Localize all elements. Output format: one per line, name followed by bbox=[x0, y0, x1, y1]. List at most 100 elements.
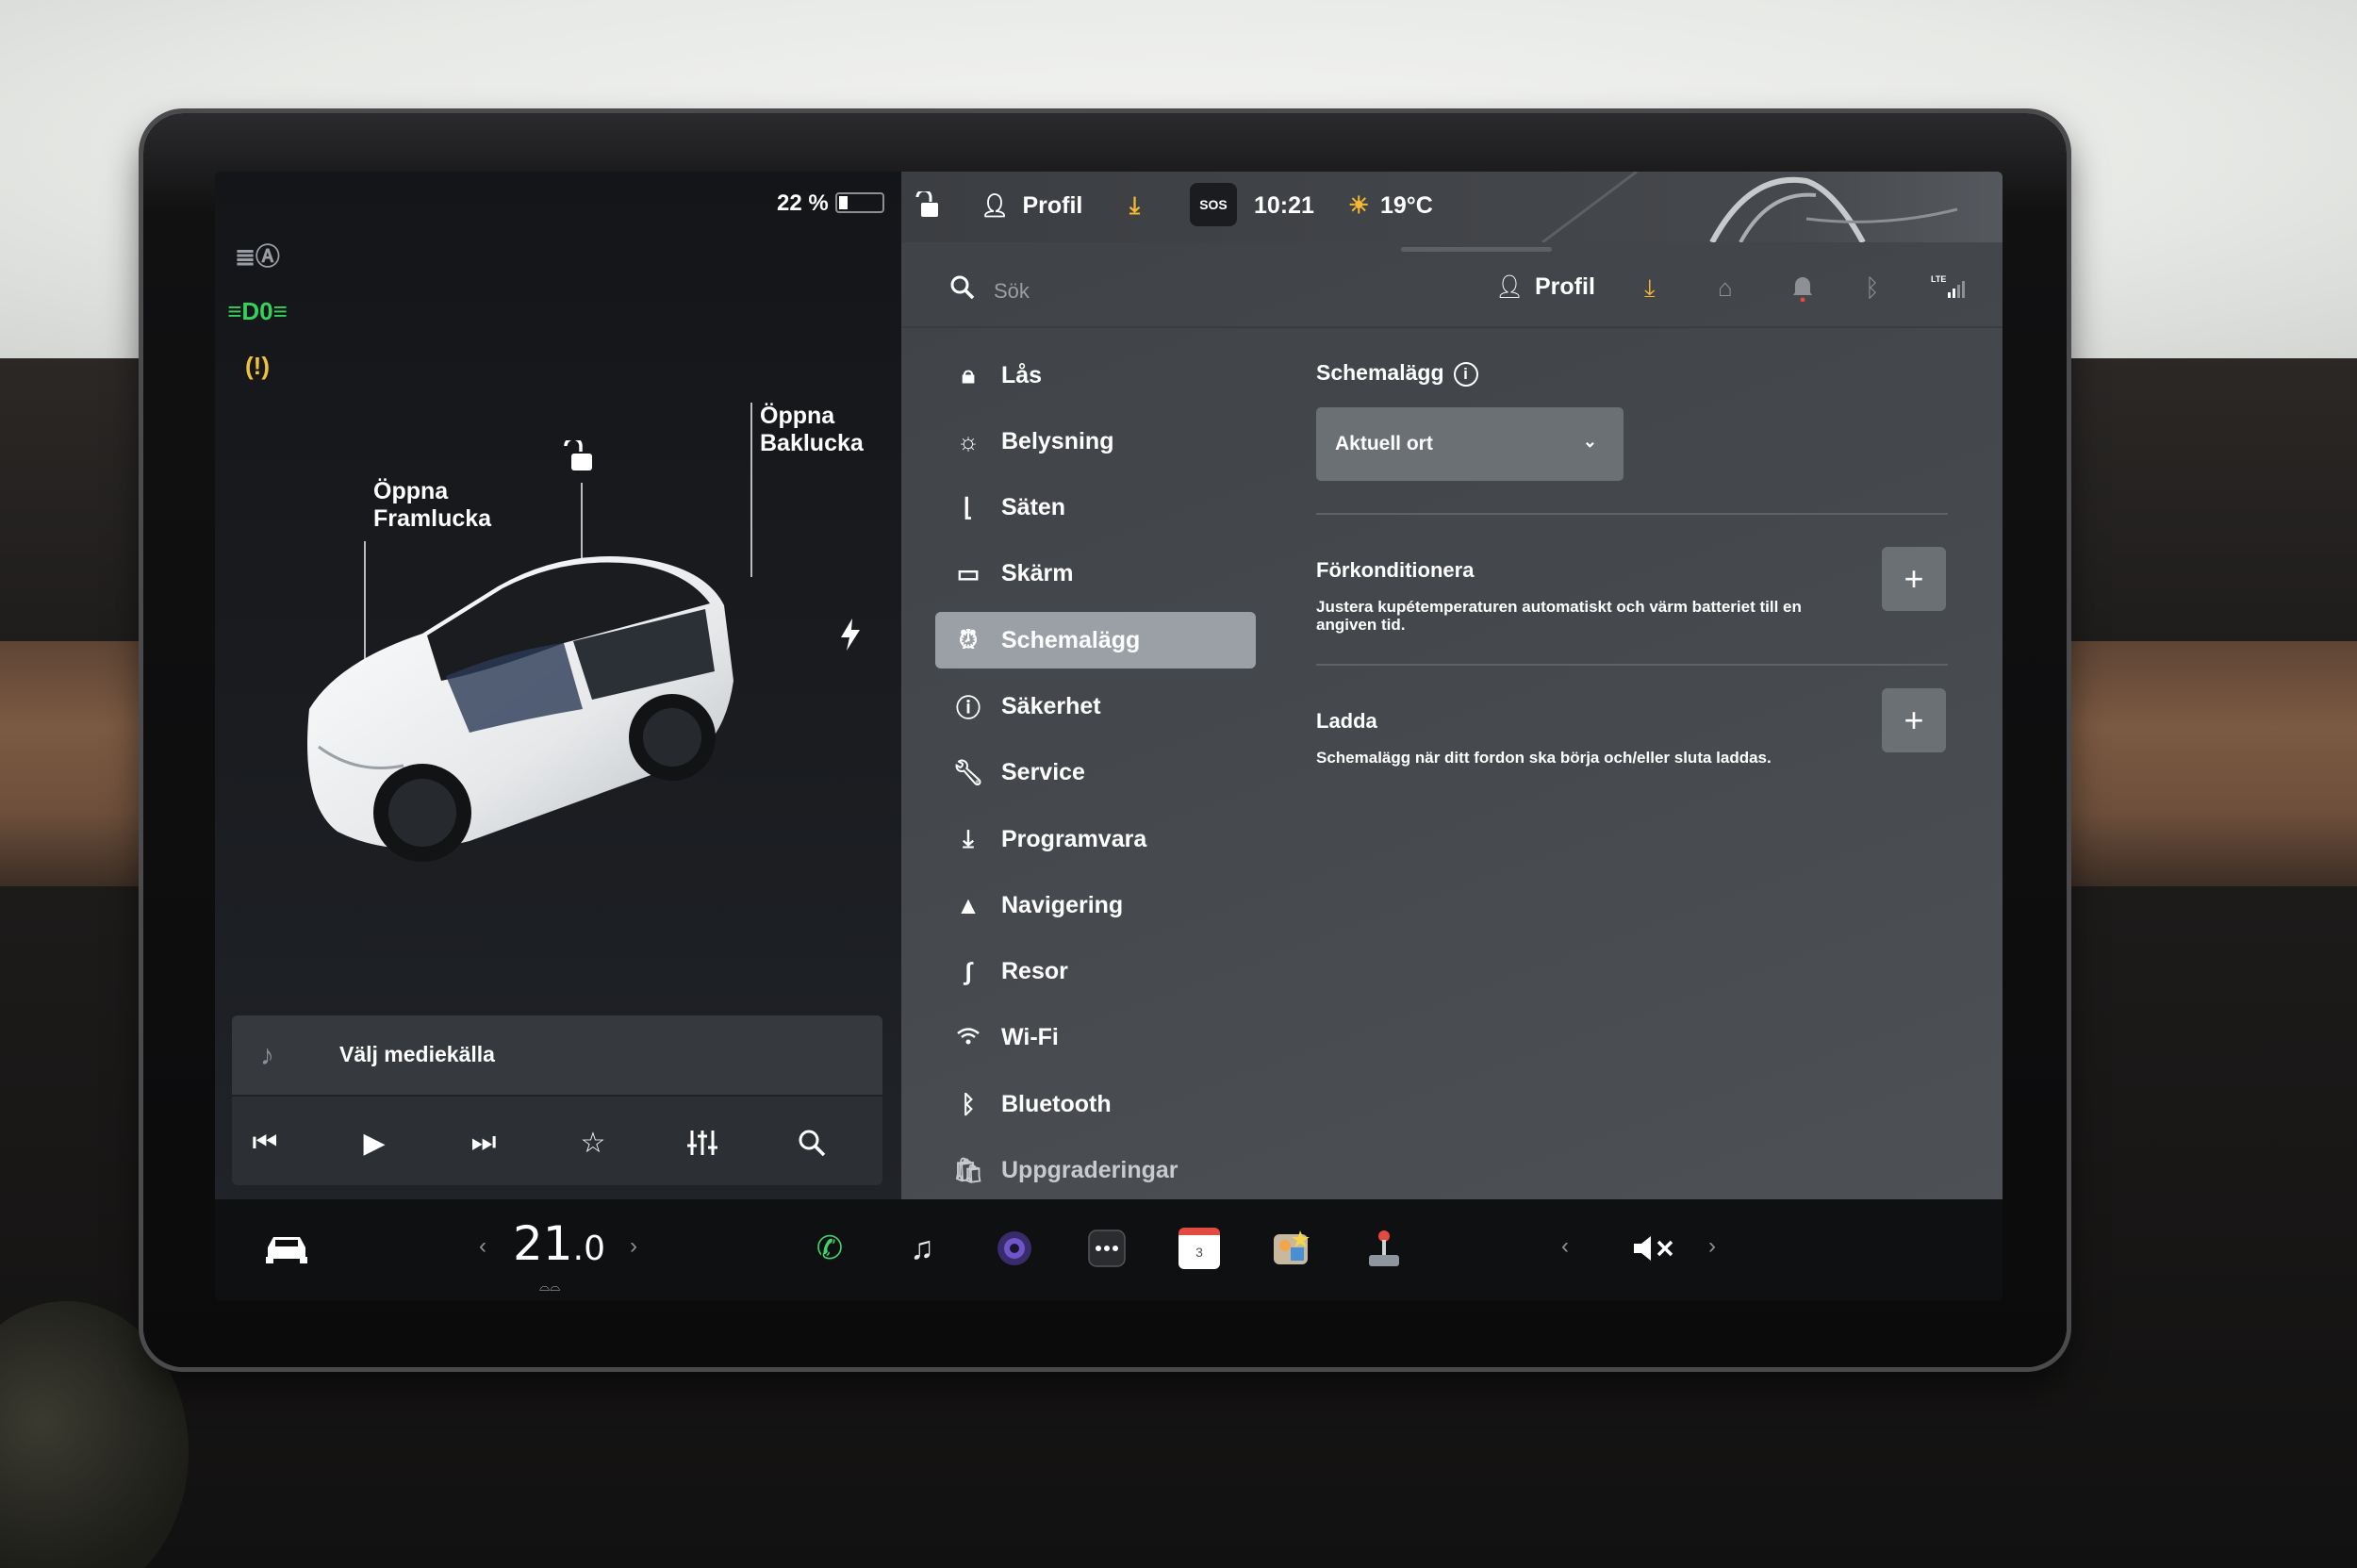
nav-item-label: Navigering bbox=[1001, 891, 1124, 918]
nav-item-service[interactable]: 🔧︎ Service bbox=[935, 745, 1256, 801]
location-dropdown-value: Aktuell ort bbox=[1335, 433, 1433, 454]
toybox-icon[interactable] bbox=[1261, 1220, 1322, 1277]
arcade-icon[interactable] bbox=[1354, 1220, 1414, 1277]
nav-item-display[interactable]: ▭ Skärm bbox=[935, 546, 1256, 602]
add-charge-schedule-button[interactable]: + bbox=[1882, 688, 1946, 752]
previous-track-icon[interactable]: ⏮ bbox=[241, 1119, 288, 1166]
nav-item-label: Schemalägg bbox=[1001, 626, 1141, 653]
camera-icon[interactable] bbox=[984, 1220, 1045, 1277]
drag-handle[interactable] bbox=[1401, 247, 1552, 252]
nav-item-navigation[interactable]: ▲ Navigering bbox=[935, 877, 1256, 933]
nav-item-label: Service bbox=[1001, 759, 1085, 786]
alarm-clock-icon: ⏰︎ bbox=[958, 625, 979, 654]
open-trunk-label[interactable]: Öppna Baklucka bbox=[760, 403, 864, 457]
music-icon[interactable]: ♫ bbox=[892, 1220, 952, 1277]
homelink-garage-icon[interactable]: ⌂ bbox=[1718, 273, 1733, 303]
battery-icon bbox=[835, 192, 884, 213]
settings-panel: 👤︎ Profil ⤓ SOS 10:21 ☀ 19°C 👤︎ Profil ⤓… bbox=[901, 172, 2003, 1199]
download-icon: ⤓ bbox=[963, 824, 974, 853]
temp-up-arrow[interactable]: › bbox=[630, 1233, 637, 1260]
nav-item-wifi[interactable]: Wi-Fi bbox=[935, 1010, 1256, 1066]
calendar-day: 3 bbox=[1178, 1228, 1220, 1269]
favorite-star-icon[interactable]: ☆ bbox=[569, 1119, 617, 1166]
play-icon[interactable]: ▶ bbox=[351, 1119, 398, 1166]
schedule-title: Schemalägg bbox=[1316, 360, 1444, 385]
trips-icon: ∫ bbox=[964, 957, 972, 986]
calendar-icon[interactable]: 3 bbox=[1169, 1220, 1229, 1277]
top-profile-label: Profil bbox=[1022, 191, 1083, 219]
wifi-icon bbox=[935, 1023, 1001, 1052]
bluetooth-icon: ᛒ bbox=[961, 1089, 976, 1118]
nav-item-schedule[interactable]: ⏰︎ Schemalägg bbox=[935, 612, 1256, 669]
notification-bell-icon[interactable] bbox=[1791, 273, 1814, 308]
nav-item-label: Lås bbox=[1001, 361, 1043, 388]
nav-item-safety[interactable]: ⓘ Säkerhet bbox=[935, 678, 1256, 734]
nav-item-lock[interactable]: 🔒︎ Lås bbox=[935, 347, 1256, 404]
next-track-icon[interactable]: ⏭ bbox=[460, 1119, 507, 1166]
equalizer-icon[interactable] bbox=[679, 1119, 726, 1166]
search-icon[interactable] bbox=[950, 275, 975, 306]
temp-down-arrow[interactable]: ‹ bbox=[479, 1233, 486, 1260]
nav-item-label: Säkerhet bbox=[1001, 692, 1101, 719]
media-search-icon[interactable] bbox=[788, 1119, 835, 1166]
nav-item-label: Uppgraderingar bbox=[1001, 1157, 1178, 1184]
open-frunk-label[interactable]: Öppna Framlucka bbox=[373, 478, 491, 533]
safety-icon: ⓘ bbox=[955, 693, 981, 722]
nav-item-label: Bluetooth bbox=[1001, 1090, 1112, 1117]
sos-badge[interactable]: SOS bbox=[1190, 183, 1237, 226]
phone-icon[interactable]: ✆ bbox=[799, 1220, 860, 1277]
person-icon: 👤︎ bbox=[981, 192, 1010, 219]
lock-icon: 🔒︎ bbox=[962, 360, 975, 388]
sun-icon: ☀ bbox=[1348, 192, 1370, 219]
nav-item-label: Resor bbox=[1001, 958, 1068, 985]
nav-item-bluetooth[interactable]: ᛒ Bluetooth bbox=[935, 1076, 1256, 1132]
nav-item-label: Belysning bbox=[1001, 427, 1114, 454]
location-dropdown[interactable]: Aktuell ort ⌄ bbox=[1316, 407, 1624, 481]
profile-person-icon[interactable]: 👤︎ bbox=[1495, 273, 1524, 301]
nav-item-lighting[interactable]: ☼ Belysning bbox=[935, 413, 1256, 470]
software-update-icon[interactable]: ⤓ bbox=[1644, 273, 1656, 304]
open-trunk-label-line2: Baklucka bbox=[760, 430, 864, 456]
auto-highbeam-icon: ≣Ⓐ bbox=[235, 241, 280, 271]
settings-nav: 🔒︎ Lås ☼ Belysning ⌊ Säten ▭ Skärm ⏰︎ Sc… bbox=[935, 347, 1256, 1209]
cabin-temperature[interactable]: 21.0 bbox=[513, 1216, 605, 1271]
lte-signal-icon: LTE bbox=[1931, 273, 1970, 306]
schedule-heading: Schemalägg i bbox=[1316, 360, 1957, 387]
settings-header bbox=[901, 255, 2003, 328]
update-download-icon[interactable]: ⤓ bbox=[1129, 187, 1140, 224]
info-icon[interactable]: i bbox=[1453, 361, 1478, 387]
more-apps-icon[interactable] bbox=[1077, 1220, 1137, 1277]
open-frunk-label-line2: Framlucka bbox=[373, 505, 492, 532]
lock-status-icon[interactable] bbox=[915, 187, 939, 224]
light-icon: ☼ bbox=[957, 426, 980, 455]
unlock-icon[interactable] bbox=[562, 437, 594, 482]
car-icon[interactable] bbox=[256, 1220, 317, 1277]
precondition-description: Justera kupétemperaturen automatiskt och… bbox=[1316, 598, 1802, 634]
nav-item-trips[interactable]: ∫ Resor bbox=[935, 944, 1256, 1000]
schedule-content: Schemalägg i Aktuell ort ⌄ Förkonditioner… bbox=[1316, 360, 1957, 767]
seat-heater-icon[interactable]: ⌓⌓ bbox=[539, 1279, 560, 1295]
divider bbox=[1316, 664, 1948, 666]
mute-icon[interactable] bbox=[1624, 1220, 1684, 1277]
bluetooth-status-icon[interactable]: ᛒ bbox=[1865, 273, 1880, 303]
volume-down-arrow[interactable]: ‹ bbox=[1561, 1233, 1569, 1260]
nav-item-upgrades[interactable]: 🛍︎ Uppgraderingar bbox=[935, 1143, 1256, 1199]
volume-up-arrow[interactable]: › bbox=[1708, 1233, 1716, 1260]
touchscreen: 22 % ≣Ⓐ ≡D0≡ (!) Öppna Framlucka Öppna B… bbox=[215, 172, 2003, 1301]
display-icon: ▭ bbox=[956, 559, 981, 588]
media-source-bar[interactable]: ♪ Välj mediekälla bbox=[232, 1015, 882, 1097]
charge-port-icon[interactable] bbox=[839, 619, 862, 658]
add-precondition-button[interactable]: + bbox=[1882, 547, 1946, 611]
charge-description: Schemalägg när ditt fordon ska börja och… bbox=[1316, 749, 1772, 767]
media-player: ♪ Välj mediekälla ⏮ ▶ ⏭ ☆ bbox=[232, 1015, 882, 1185]
charge-title: Ladda bbox=[1316, 709, 1377, 733]
open-trunk-label-line1: Öppna bbox=[760, 403, 835, 429]
vehicle-image bbox=[307, 556, 733, 862]
header-profile-label[interactable]: Profil bbox=[1535, 273, 1595, 301]
top-profile[interactable]: 👤︎ Profil bbox=[981, 187, 1082, 224]
media-source-label: Välj mediekälla bbox=[339, 1042, 495, 1066]
settings-search-input[interactable] bbox=[994, 275, 1277, 307]
nav-item-software[interactable]: ⤓ Programvara bbox=[935, 811, 1256, 867]
temp-whole: 21 bbox=[513, 1216, 573, 1271]
nav-item-seats[interactable]: ⌊ Säten bbox=[935, 480, 1256, 536]
